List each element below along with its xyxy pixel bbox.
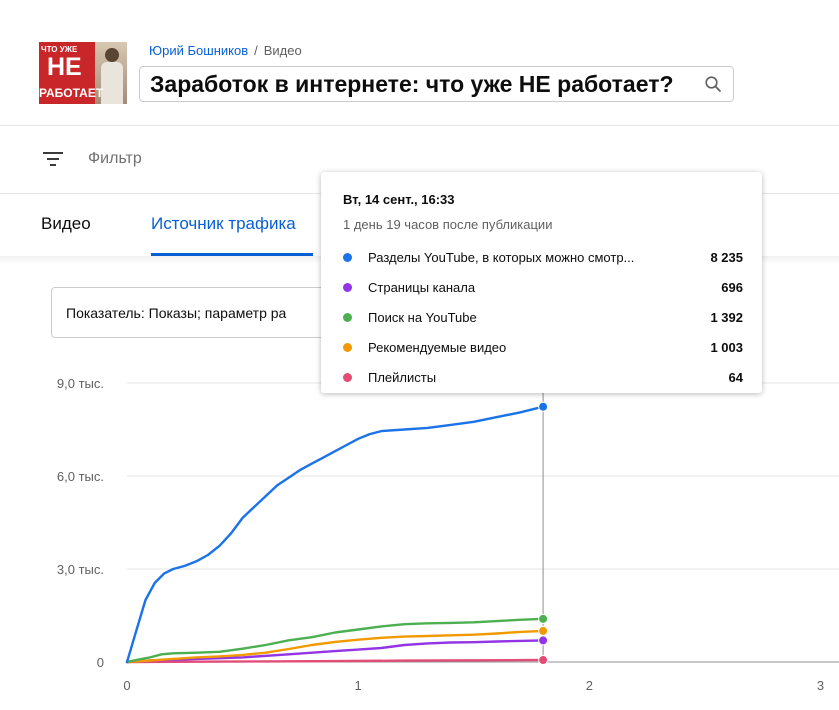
tooltip-row-label: Рекомендуемые видео (368, 339, 507, 355)
series-line (125, 629, 545, 664)
legend-dot-suggested-videos (343, 342, 352, 352)
tooltip-row: Разделы YouTube, в которых можно смотр..… (343, 247, 743, 267)
tooltip-row: Плейлисты 64 (343, 367, 743, 387)
legend-dot-youtube-search (343, 312, 352, 322)
series-line (125, 617, 545, 664)
hover-point (538, 625, 549, 636)
tooltip-row-label: Поиск на YouTube (368, 309, 477, 325)
tooltip-row-value: 696 (721, 279, 743, 295)
hover-point (538, 635, 549, 646)
y-tick-label: 9,0 тыс. (57, 376, 104, 391)
tooltip-row-label: Страницы канала (368, 279, 476, 295)
tooltip-row-label: Плейлисты (368, 369, 437, 385)
tooltip-row-value: 1 003 (710, 339, 743, 355)
hover-point (538, 655, 549, 666)
tooltip-row-value: 1 392 (710, 309, 743, 325)
series-line (125, 405, 545, 664)
legend-dot-channel-pages (343, 282, 352, 292)
x-tick-label: 1 (355, 678, 362, 693)
chart-tooltip: Вт, 14 сент., 16:33 1 день 19 часов посл… (321, 172, 762, 393)
tooltip-row: Рекомендуемые видео 1 003 (343, 337, 743, 357)
tooltip-row-value: 64 (728, 369, 743, 385)
hover-point (538, 401, 549, 412)
tooltip-row: Страницы канала 696 (343, 277, 743, 297)
tooltip-row-value: 8 235 (710, 249, 743, 265)
tooltip-row-label: Разделы YouTube, в которых можно смотр..… (368, 249, 635, 265)
tooltip-title: Вт, 14 сент., 16:33 (343, 192, 455, 207)
legend-dot-playlists (343, 372, 352, 382)
y-tick-label: 0 (97, 655, 104, 670)
tooltip-row: Поиск на YouTube 1 392 (343, 307, 743, 327)
y-tick-label: 3,0 тыс. (57, 562, 104, 577)
x-tick-label: 0 (123, 678, 130, 693)
hover-point (538, 613, 549, 624)
x-tick-label: 2 (586, 678, 593, 693)
y-tick-label: 6,0 тыс. (57, 469, 104, 484)
tooltip-subtitle: 1 день 19 часов после публикации (343, 217, 553, 232)
legend-dot-youtube-sections (343, 252, 352, 262)
x-tick-label: 3 (817, 678, 824, 693)
